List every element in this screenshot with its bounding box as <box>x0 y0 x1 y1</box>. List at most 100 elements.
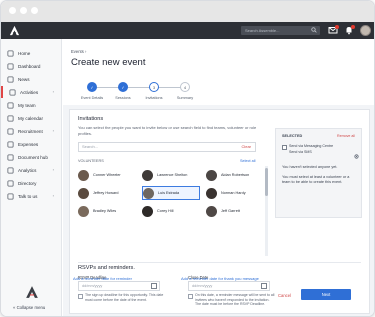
volunteer-name: Aidan Robertson <box>221 173 250 177</box>
volunteer-card[interactable]: Jeff Garrett <box>206 204 264 218</box>
sidebar-item-my-calendar[interactable]: My calendar <box>1 112 62 124</box>
volunteer-name: Norman Hardy <box>221 191 246 195</box>
close-date-input[interactable]: dd/mm/yyyy <box>188 281 270 291</box>
sidebar-item-label: Recruitment <box>18 128 43 134</box>
news-icon <box>7 75 14 83</box>
window-dot-close[interactable] <box>9 7 16 14</box>
selected-requirement-message: You must select at least a volunteer or … <box>282 175 350 185</box>
chat-icon <box>7 192 14 200</box>
volunteer-scrollbar[interactable] <box>265 166 268 256</box>
volunteer-grid: Conner Wheeler Lawrence Shelton Aidan Robe… <box>78 166 268 256</box>
people-search-placeholder: Search... <box>82 144 99 149</box>
selected-title: SELECTED <box>282 134 303 138</box>
select-all-button[interactable]: Select all <box>240 159 255 163</box>
sidebar-item-label: Expenses <box>18 141 39 147</box>
directory-icon <box>7 179 14 187</box>
bell-badge <box>351 25 355 29</box>
collapse-menu-button[interactable]: « Collapse menu <box>13 305 45 310</box>
close-date-note: On this date, a reminder message will be… <box>195 293 275 307</box>
search-icon[interactable] <box>311 27 317 36</box>
rsvp-deadline-checkbox[interactable] <box>78 294 83 299</box>
sidebar-item-activities[interactable]: Activities › <box>1 86 62 98</box>
step-2-marker[interactable]: ✓ <box>118 82 128 92</box>
chevron-right-icon: › <box>52 128 54 133</box>
avatar <box>142 169 153 181</box>
sidebar-item-expenses[interactable]: Expenses <box>1 138 62 150</box>
clear-search-button[interactable]: Clear <box>241 143 251 151</box>
sidebar-item-document-hub[interactable]: Document hub <box>1 151 62 163</box>
sidebar-item-home[interactable]: Home <box>1 47 62 59</box>
selected-empty-message: You haven't selected anyone yet. <box>282 165 338 169</box>
volunteer-name: Luis Estrada <box>158 191 180 195</box>
add-thank-you-link[interactable]: Add a reminder date for thank you messag… <box>181 276 259 281</box>
volunteer-card[interactable]: Corey Hill <box>142 204 200 218</box>
volunteer-name: Conner Wheeler <box>93 173 121 177</box>
volunteer-card[interactable]: Luis Estrada <box>142 186 200 200</box>
people-search-input[interactable]: Search... Clear <box>78 142 256 152</box>
analytics-icon <box>7 166 14 174</box>
volunteer-card[interactable]: Conner Wheeler <box>78 168 136 182</box>
volunteer-card[interactable]: Aidan Robertson <box>206 168 264 182</box>
sidebar-item-news[interactable]: News <box>1 73 62 85</box>
user-avatar[interactable] <box>360 25 371 36</box>
cancel-button[interactable]: Cancel <box>278 293 291 298</box>
invitations-help: You can select the people you want to in… <box>78 125 257 136</box>
volunteer-card[interactable]: Lawrence Shelton <box>142 168 200 182</box>
recruitment-icon <box>7 127 14 135</box>
sidebar-item-label: Document hub <box>18 154 48 160</box>
sidebar-item-analytics[interactable]: Analytics › <box>1 164 62 176</box>
logo-icon[interactable] <box>1 22 28 39</box>
avatar <box>78 187 89 199</box>
rsvp-deadline-placeholder: dd/mm/yyyy <box>82 284 103 288</box>
volunteer-card[interactable]: Bradley Wiles <box>78 204 136 218</box>
volunteer-card[interactable]: Jeffrey Howard <box>78 186 136 200</box>
next-button[interactable]: Next <box>301 289 351 300</box>
avatar <box>78 169 89 181</box>
content-area: Invitations You can select the people yo… <box>63 105 374 316</box>
avatar <box>142 205 153 217</box>
rsvp-deadline-note: The sign up deadline for this opportunit… <box>85 293 164 302</box>
settings-gear-icon[interactable] <box>354 154 359 159</box>
chevron-right-icon: › <box>52 193 54 198</box>
breadcrumb[interactable]: Events › <box>71 49 86 54</box>
global-search-placeholder: Search Assemble... <box>245 28 280 33</box>
document-icon <box>7 153 14 161</box>
window-dot-maximize[interactable] <box>31 7 38 14</box>
step-1-marker[interactable]: ✓ <box>87 82 97 92</box>
sidebar-item-directory[interactable]: Directory <box>1 177 62 189</box>
rsvp-heading: RSVPs and reminders. <box>78 265 135 271</box>
send-messaging-option: Send via Messaging Centre <box>289 144 334 148</box>
calendar-icon[interactable] <box>261 283 267 289</box>
avatar <box>78 205 89 217</box>
volunteer-card[interactable]: Norman Hardy <box>206 186 264 200</box>
sidebar-item-my-team[interactable]: My team <box>1 99 62 111</box>
step-4-marker[interactable]: 4 <box>180 82 190 92</box>
global-search-input[interactable]: Search Assemble... <box>241 26 320 35</box>
window-titlebar <box>1 1 374 22</box>
team-icon <box>7 101 14 109</box>
selected-panel: SELECTED Remove all Send via Messaging C… <box>275 128 362 218</box>
sidebar-item-label: Home <box>18 50 31 56</box>
sidebar-item-label: My team <box>18 102 36 108</box>
sidebar-item-dashboard[interactable]: Dashboard <box>1 60 62 72</box>
brand-logo-icon <box>25 285 39 299</box>
rsvp-deadline-input[interactable]: dd/mm/yyyy <box>78 281 160 291</box>
page-title: Create new event <box>71 57 146 68</box>
avatar <box>206 169 217 181</box>
calendar-icon[interactable] <box>151 283 157 289</box>
section-divider <box>78 262 361 263</box>
mail-badge <box>335 25 339 29</box>
send-options-checkbox[interactable] <box>282 145 287 150</box>
chevron-right-icon: › <box>52 167 54 172</box>
window-dot-minimize[interactable] <box>20 7 27 14</box>
scrollbar-thumb[interactable] <box>265 168 268 196</box>
invitations-heading: Invitations <box>78 116 104 122</box>
add-reminder-link[interactable]: Add a reminder date for reminder <box>73 276 132 281</box>
close-date-checkbox[interactable] <box>188 294 193 299</box>
sidebar-item-talk-to-us[interactable]: Talk to us › <box>1 190 62 202</box>
step-3-marker[interactable]: 3 <box>149 82 159 92</box>
sidebar-item-label: My calendar <box>18 115 44 121</box>
remove-all-button[interactable]: Remove all <box>337 134 355 138</box>
sidebar-item-recruitment[interactable]: Recruitment › <box>1 125 62 137</box>
chevron-right-icon: › <box>52 89 54 94</box>
